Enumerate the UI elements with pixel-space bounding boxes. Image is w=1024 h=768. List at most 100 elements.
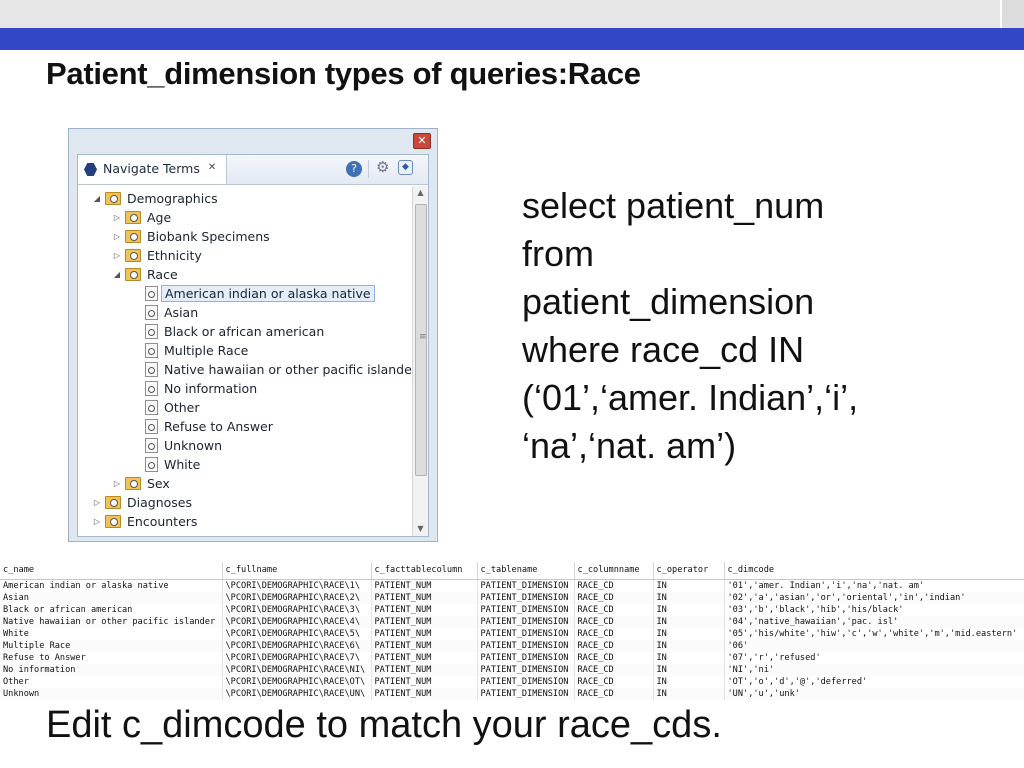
terms-tree: ◢ Demographics ▷ Age ▷ Biobank Specimens…	[78, 186, 417, 536]
folder-icon	[105, 192, 121, 205]
table-cell: IN	[653, 675, 725, 688]
tree-node-label: Sex	[147, 476, 170, 491]
collapse-arrow-icon[interactable]: ◢	[92, 194, 102, 203]
table-row[interactable]: Native hawaiian or other pacific islande…	[0, 615, 1024, 628]
table-row[interactable]: White \PCORI\DEMOGRAPHIC\RACE\5\ PATIENT_N…	[0, 627, 1024, 640]
table-cell: RACE_CD	[574, 651, 654, 664]
column-header[interactable]: c_fullname	[222, 562, 372, 580]
window-close-button[interactable]: ✕	[413, 133, 431, 149]
table-row[interactable]: Black or african american \PCORI\DEMOGRAP…	[0, 603, 1024, 616]
table-cell: PATIENT_DIMENSION	[477, 639, 575, 652]
table-cell: Asian	[0, 591, 223, 604]
table-cell: Multiple Race	[0, 639, 223, 652]
expand-arrow-icon[interactable]: ▷	[92, 517, 102, 526]
folder-icon	[125, 477, 141, 490]
tree-leaf-native-hawaiian[interactable]: Native hawaiian or other pacific islande…	[145, 360, 420, 379]
view-menu-icon[interactable]: ◆	[398, 160, 413, 175]
expand-arrow-icon[interactable]: ▷	[112, 479, 122, 488]
table-row[interactable]: Other \PCORI\DEMOGRAPHIC\RACE\OT\ PATIENT_…	[0, 675, 1024, 688]
tree-leaf-black[interactable]: Black or african american	[145, 322, 327, 341]
gear-icon[interactable]: ⚙	[376, 158, 389, 176]
tab-label: Navigate Terms	[103, 161, 200, 176]
table-cell: '07','r','refused'	[724, 651, 1024, 664]
expand-arrow-icon[interactable]: ▷	[112, 213, 122, 222]
table-cell: PATIENT_DIMENSION	[477, 675, 575, 688]
table-cell: RACE_CD	[574, 663, 654, 676]
table-row[interactable]: Multiple Race \PCORI\DEMOGRAPHIC\RACE\6\ P…	[0, 639, 1024, 652]
folder-icon	[105, 496, 121, 509]
column-header[interactable]: c_tablename	[477, 562, 575, 580]
help-icon[interactable]: ?	[346, 161, 362, 177]
expand-arrow-icon[interactable]: ▷	[112, 232, 122, 241]
tree-node-encounters[interactable]: ▷ Encounters	[92, 512, 200, 531]
table-cell: PATIENT_NUM	[371, 675, 478, 688]
table-cell: '05','his/white','hiw','c','w','white','…	[724, 627, 1024, 640]
scrollbar-thumb[interactable]: ≡	[415, 204, 427, 476]
header-accent-bar	[0, 28, 1000, 50]
tree-leaf-white[interactable]: White	[145, 455, 203, 474]
column-header[interactable]: c_dimcode	[724, 562, 1024, 580]
slide-title: Patient_dimension types of queries:Race	[46, 56, 641, 91]
tree-node-sex[interactable]: ▷ Sex	[112, 474, 173, 493]
table-cell: \PCORI\DEMOGRAPHIC\RACE\3\	[222, 603, 372, 616]
table-cell: Native hawaiian or other pacific islande…	[0, 615, 223, 628]
sql-query-text: select patient_num from patient_dimensio…	[522, 182, 942, 470]
collapse-arrow-icon[interactable]: ◢	[112, 270, 122, 279]
folder-icon	[125, 211, 141, 224]
table-row[interactable]: American indian or alaska native \PCORI\D…	[0, 579, 1024, 592]
table-cell: RACE_CD	[574, 675, 654, 688]
term-leaf-icon	[145, 362, 158, 377]
column-header[interactable]: c_facttablecolumn	[371, 562, 478, 580]
scroll-up-arrow-icon[interactable]: ▲	[413, 186, 428, 200]
table-cell: Unknown	[0, 687, 223, 700]
table-cell: IN	[653, 615, 725, 628]
table-row[interactable]: Refuse to Answer \PCORI\DEMOGRAPHIC\RACE\…	[0, 651, 1024, 664]
table-row[interactable]: Unknown \PCORI\DEMOGRAPHIC\RACE\UN\ PATIEN…	[0, 687, 1024, 700]
table-cell: \PCORI\DEMOGRAPHIC\RACE\1\	[222, 579, 372, 592]
tree-node-biobank-specimens[interactable]: ▷ Biobank Specimens	[112, 227, 273, 246]
tree-node-ethnicity[interactable]: ▷ Ethnicity	[112, 246, 205, 265]
sql-line: from	[522, 233, 594, 274]
table-cell: RACE_CD	[574, 603, 654, 616]
table-cell: IN	[653, 603, 725, 616]
tree-node-label: Race	[147, 267, 178, 282]
table-cell: RACE_CD	[574, 579, 654, 592]
tree-leaf-unknown[interactable]: Unknown	[145, 436, 225, 455]
tree-vertical-scrollbar[interactable]: ▲ ≡ ▼	[412, 186, 428, 536]
table-row[interactable]: No information \PCORI\DEMOGRAPHIC\RACE\NI…	[0, 663, 1024, 676]
table-cell: RACE_CD	[574, 639, 654, 652]
table-cell: Refuse to Answer	[0, 651, 223, 664]
expand-arrow-icon[interactable]: ▷	[112, 251, 122, 260]
term-leaf-icon	[145, 457, 158, 472]
table-cell: IN	[653, 627, 725, 640]
tree-node-demographics[interactable]: ◢ Demographics	[92, 189, 221, 208]
table-cell: \PCORI\DEMOGRAPHIC\RACE\7\	[222, 651, 372, 664]
tree-leaf-other[interactable]: Other	[145, 398, 203, 417]
table-cell: \PCORI\DEMOGRAPHIC\RACE\NI\	[222, 663, 372, 676]
table-cell: White	[0, 627, 223, 640]
tree-node-label: No information	[164, 381, 258, 396]
scroll-down-arrow-icon[interactable]: ▼	[413, 522, 428, 536]
expand-arrow-icon[interactable]: ▷	[92, 498, 102, 507]
tree-leaf-american-indian[interactable]: American indian or alaska native	[145, 284, 375, 303]
table-cell: PATIENT_NUM	[371, 627, 478, 640]
tree-node-diagnoses[interactable]: ▷ Diagnoses	[92, 493, 195, 512]
column-header[interactable]: c_columnname	[574, 562, 654, 580]
tree-node-race[interactable]: ◢ Race	[112, 265, 181, 284]
table-cell: IN	[653, 591, 725, 604]
tab-navigate-terms[interactable]: Navigate Terms ✕	[78, 155, 228, 184]
table-cell: \PCORI\DEMOGRAPHIC\RACE\6\	[222, 639, 372, 652]
tree-node-age[interactable]: ▷ Age	[112, 208, 174, 227]
table-cell: '01','amer. Indian','i','na','nat. am'	[724, 579, 1024, 592]
column-header[interactable]: c_name	[0, 562, 223, 580]
table-row[interactable]: Asian \PCORI\DEMOGRAPHIC\RACE\2\ PATIENT_N…	[0, 591, 1024, 604]
tree-leaf-refuse-to-answer[interactable]: Refuse to Answer	[145, 417, 276, 436]
table-cell: PATIENT_NUM	[371, 591, 478, 604]
tree-leaf-multiple-race[interactable]: Multiple Race	[145, 341, 251, 360]
tree-leaf-asian[interactable]: Asian	[145, 303, 201, 322]
table-cell: '03','b','black','hib','his/black'	[724, 603, 1024, 616]
table-cell: PATIENT_NUM	[371, 603, 478, 616]
column-header[interactable]: c_operator	[653, 562, 725, 580]
tab-close-icon[interactable]: ✕	[208, 162, 216, 173]
tree-leaf-no-information[interactable]: No information	[145, 379, 260, 398]
